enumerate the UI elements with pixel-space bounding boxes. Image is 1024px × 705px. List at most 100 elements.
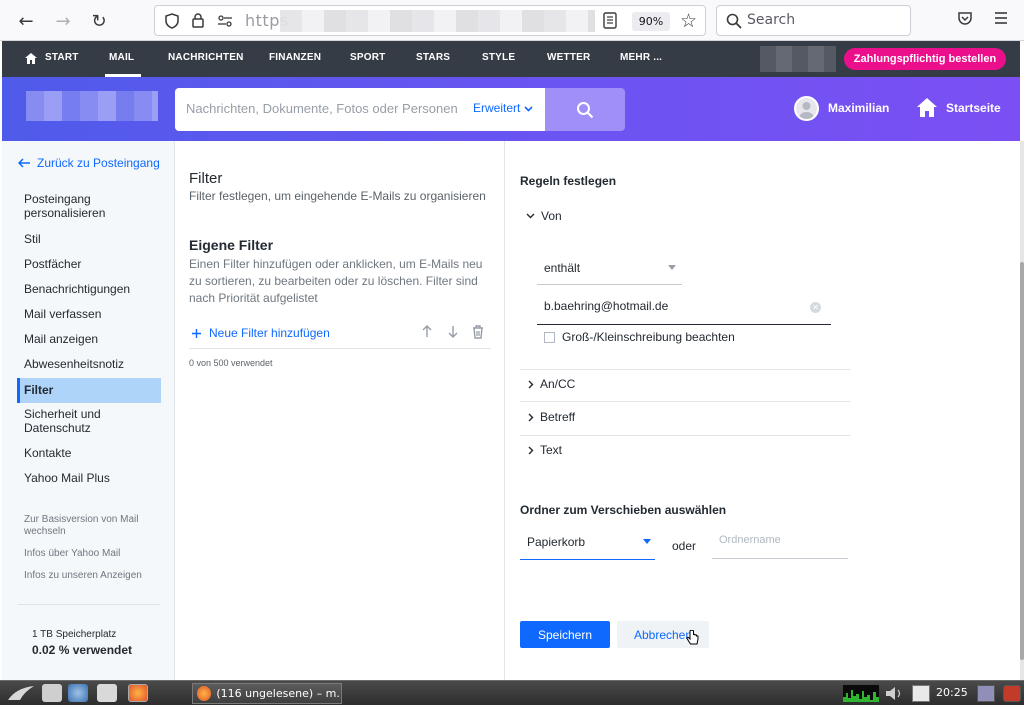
- permissions-icon[interactable]: [217, 13, 233, 29]
- case-sensitive-checkbox[interactable]: [544, 331, 555, 343]
- rules-heading: Regeln festlegen: [520, 174, 617, 188]
- sidebar-item-compose[interactable]: Mail verfassen: [17, 304, 161, 324]
- folder-name-input[interactable]: Ordnername: [712, 528, 848, 559]
- sidebar-item-mailboxes[interactable]: Postfächer: [17, 254, 161, 274]
- clock: 20:25: [936, 686, 968, 699]
- volume-icon[interactable]: [885, 687, 905, 700]
- sidebar-item-filter[interactable]: Filter: [17, 378, 161, 403]
- basic-version-link[interactable]: Zur Basisversion von Mail wechseln: [24, 514, 154, 538]
- clear-icon[interactable]: ✕: [810, 302, 821, 313]
- shield-icon[interactable]: [165, 13, 179, 29]
- add-filter-label: Neue Filter hinzufügen: [209, 326, 330, 340]
- move-down-icon[interactable]: [448, 325, 458, 338]
- sidebar-item-contacts[interactable]: Kontakte: [17, 443, 161, 463]
- zoom-level-badge[interactable]: 90%: [632, 12, 670, 31]
- rule-from-toggle[interactable]: Von: [526, 209, 856, 223]
- sidebar-item-view-mail[interactable]: Mail anzeigen: [17, 329, 161, 349]
- power-icon[interactable]: [1003, 685, 1021, 702]
- windows-launcher-icon[interactable]: [97, 684, 117, 702]
- condition-select[interactable]: enthält: [537, 254, 682, 285]
- case-sensitive-label: Groß-/Kleinschreibung beachten: [562, 330, 735, 344]
- divider: [520, 435, 850, 436]
- nav-item-mehr[interactable]: MEHR ...: [620, 52, 662, 63]
- case-sensitive-option[interactable]: Groß-/Kleinschreibung beachten: [544, 330, 735, 344]
- sidebar-divider: [18, 604, 160, 605]
- trash-icon[interactable]: [472, 325, 484, 339]
- move-up-icon[interactable]: [422, 325, 432, 338]
- add-filter-button[interactable]: Neue Filter hinzufügen: [192, 326, 330, 340]
- forward-arrow-icon[interactable]: →: [50, 8, 76, 34]
- sidebar-item-mail-plus[interactable]: Yahoo Mail Plus: [17, 468, 161, 488]
- nav-item-style[interactable]: STYLE: [482, 52, 515, 63]
- folder-select[interactable]: Papierkorb: [520, 528, 655, 560]
- home-link-label[interactable]: Startseite: [946, 101, 1001, 115]
- browser-launcher-icon[interactable]: [68, 684, 88, 702]
- sidebar-item-personalize[interactable]: Posteingang personalisieren: [17, 189, 161, 223]
- save-button[interactable]: Speichern: [520, 621, 610, 648]
- chevron-right-icon: [528, 380, 534, 388]
- redacted-area: [760, 46, 836, 72]
- filter-usage-count: 0 von 500 verwendet: [189, 358, 273, 368]
- home-icon[interactable]: [916, 97, 938, 118]
- browser-search-bar[interactable]: Search: [716, 5, 911, 36]
- filter-list-panel: Filter Filter festlegen, um eingehende E…: [176, 141, 505, 680]
- advanced-search-toggle[interactable]: Erweitert: [473, 101, 533, 115]
- mail-search-button[interactable]: [545, 88, 625, 131]
- firefox-launcher-icon[interactable]: [128, 684, 148, 702]
- bookmark-star-icon[interactable]: ☆: [680, 10, 697, 32]
- reader-view-icon[interactable]: [603, 12, 617, 29]
- clipboard-tray-icon[interactable]: [912, 685, 930, 702]
- nav-item-nachrichten[interactable]: NACHRICHTEN: [168, 52, 244, 63]
- reload-icon[interactable]: ↻: [86, 8, 112, 34]
- nav-item-mail[interactable]: MAIL: [109, 52, 134, 63]
- mail-search-input[interactable]: Nachrichten, Dokumente, Fotos oder Perso…: [175, 88, 545, 131]
- lock-icon[interactable]: [191, 12, 205, 29]
- rule-ancc-toggle[interactable]: An/CC: [528, 377, 858, 391]
- folder-heading: Ordner zum Verschieben auswählen: [520, 503, 727, 517]
- files-launcher-icon[interactable]: [42, 684, 62, 702]
- premium-order-button[interactable]: Zahlungspflichtig bestellen: [844, 48, 1006, 70]
- rule-text-toggle[interactable]: Text: [528, 443, 858, 457]
- sidebar-item-style[interactable]: Stil: [17, 229, 161, 249]
- os-taskbar: (116 ungelesene) – m... 20:25: [0, 680, 1024, 705]
- taskbar-window-firefox[interactable]: (116 ungelesene) – m...: [192, 683, 342, 704]
- about-ads-link[interactable]: Infos zu unseren Anzeigen: [24, 570, 154, 582]
- caret-down-icon: [643, 539, 651, 544]
- filter-editor-panel: Regeln festlegen Von enthält b.baehring@…: [506, 141, 1020, 680]
- url-bar[interactable]: https 90% ☆: [154, 5, 706, 36]
- home-icon: [25, 53, 37, 64]
- pocket-icon[interactable]: [957, 11, 973, 27]
- sidebar-item-security[interactable]: Sicherheit und Datenschutz: [17, 404, 161, 438]
- user-name[interactable]: Maximilian: [828, 101, 889, 115]
- rule-subject-toggle[interactable]: Betreff: [528, 410, 858, 424]
- back-arrow-icon[interactable]: ←: [13, 8, 39, 34]
- plus-icon: [192, 328, 201, 338]
- nav-item-wetter[interactable]: WETTER: [547, 52, 590, 63]
- condition-value: enthält: [544, 261, 581, 275]
- nav-item-finanzen[interactable]: FINANZEN: [269, 52, 321, 63]
- hand-cursor-icon: [686, 630, 699, 645]
- lock-screen-icon[interactable]: [977, 685, 995, 702]
- start-menu-icon[interactable]: [6, 684, 36, 702]
- chevron-down-icon: [526, 213, 535, 219]
- about-yahoo-mail-link[interactable]: Infos über Yahoo Mail: [24, 548, 154, 560]
- back-to-inbox-link[interactable]: Zurück zu Posteingang: [18, 156, 160, 170]
- sidebar-item-notifications[interactable]: Benachrichtigungen: [17, 279, 161, 299]
- avatar[interactable]: [794, 96, 819, 121]
- search-icon: [726, 13, 742, 29]
- sidebar-item-vacation[interactable]: Abwesenheitsnotiz: [17, 354, 161, 374]
- hamburger-menu-icon[interactable]: [994, 11, 1008, 25]
- chevron-right-icon: [528, 446, 534, 454]
- mail-search-placeholder: Nachrichten, Dokumente, Fotos oder Perso…: [186, 101, 458, 116]
- nav-item-start[interactable]: START: [45, 52, 79, 63]
- nav-item-stars[interactable]: STARS: [416, 52, 450, 63]
- email-field[interactable]: b.baehring@hotmail.de ✕: [537, 292, 831, 325]
- browser-search-placeholder: Search: [747, 12, 796, 28]
- divider: [520, 369, 850, 370]
- nav-item-sport[interactable]: SPORT: [350, 52, 385, 63]
- caret-down-icon: [668, 265, 676, 270]
- search-icon: [577, 101, 594, 118]
- scrollbar-thumb[interactable]: [1020, 262, 1024, 660]
- cpu-graph: [843, 685, 879, 702]
- email-value: b.baehring@hotmail.de: [544, 299, 669, 313]
